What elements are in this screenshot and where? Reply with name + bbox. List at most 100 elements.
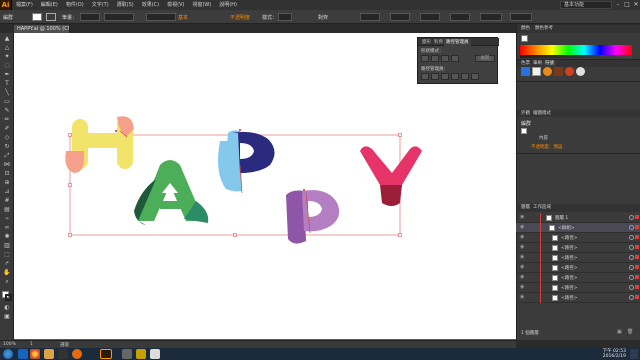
selection-indicator[interactable] — [635, 225, 639, 229]
tab-color[interactable]: 顏色 — [519, 25, 532, 32]
visibility-eye-icon[interactable]: ◉ — [520, 265, 526, 270]
minus-front-button[interactable] — [431, 55, 439, 62]
mesh-tool-icon[interactable]: # — [3, 198, 11, 204]
selection-indicator[interactable] — [635, 265, 639, 269]
rectangle-tool-icon[interactable]: ▭ — [3, 99, 11, 105]
selection-indicator[interactable] — [635, 245, 639, 249]
visibility-eye-icon[interactable]: ◉ — [520, 275, 526, 280]
outline-button[interactable] — [461, 73, 469, 80]
stroke-weight-field[interactable] — [80, 13, 100, 21]
layer-name[interactable]: <路徑> — [561, 295, 578, 301]
layer-name[interactable]: <路徑> — [561, 255, 578, 261]
letter-y[interactable] — [360, 146, 422, 206]
rotate-tool-icon[interactable]: ↻ — [3, 144, 11, 150]
color-spectrum[interactable] — [520, 45, 632, 55]
style-field[interactable] — [278, 13, 292, 21]
letter-a[interactable] — [134, 160, 209, 225]
magic-wand-tool-icon[interactable]: ✦ — [3, 54, 11, 60]
path-row[interactable]: ◉ <路徑> — [516, 273, 640, 283]
target-icon[interactable] — [629, 265, 634, 270]
layer-name[interactable]: <路徑> — [561, 275, 578, 281]
document-tab[interactable]: HAPPY.ai @ 100% (CMYK/預覽) — [14, 25, 70, 33]
fill-swatch[interactable] — [32, 13, 42, 21]
variable-width-field[interactable] — [104, 13, 134, 21]
w-field[interactable] — [420, 13, 440, 21]
app-icon-2[interactable] — [136, 349, 146, 359]
target-icon[interactable] — [629, 255, 634, 260]
pencil-tool-icon[interactable]: ✏ — [3, 117, 11, 123]
graph-tool-icon[interactable]: ▥ — [3, 243, 11, 249]
path-row[interactable]: ◉ <路徑> — [516, 293, 640, 303]
delete-layer-icon[interactable]: 🗑 — [627, 329, 633, 335]
type-tool-icon[interactable]: T — [3, 81, 11, 87]
path-row[interactable]: ◉ <路徑> — [516, 283, 640, 293]
app-icon-3[interactable] — [150, 349, 160, 359]
path-row[interactable]: ◉ <路徑> — [516, 243, 640, 253]
lasso-tool-icon[interactable]: ◌ — [3, 63, 11, 69]
slice-tool-icon[interactable]: ⌿ — [3, 261, 11, 267]
minimize-button[interactable]: – — [614, 0, 622, 10]
blob-brush-tool-icon[interactable]: ✐ — [3, 126, 11, 132]
menu-select[interactable]: 選取(S) — [113, 0, 138, 10]
ie-icon[interactable] — [18, 349, 28, 359]
h-field[interactable] — [450, 13, 470, 21]
system-clock[interactable]: 下午 02:53 2016/2/19 — [603, 349, 626, 359]
letter-p-2[interactable] — [286, 190, 340, 244]
tab-graphic-styles[interactable]: 繪圖樣式 — [531, 110, 553, 117]
screen-mode-icon[interactable]: ▣ — [3, 314, 11, 320]
artboard-tool-icon[interactable]: ⬚ — [3, 252, 11, 258]
selection-indicator[interactable] — [635, 285, 639, 289]
close-button[interactable]: ✕ — [632, 0, 640, 10]
file-explorer-icon[interactable] — [44, 349, 54, 359]
width-tool-icon[interactable]: ⋈ — [3, 162, 11, 168]
layer-name[interactable]: <路徑> — [561, 235, 578, 241]
layer-name[interactable]: <群組> — [558, 225, 575, 231]
hand-tool-icon[interactable]: ✋ — [3, 270, 11, 276]
visibility-eye-icon[interactable]: ◉ — [520, 285, 526, 290]
selection-indicator[interactable] — [635, 235, 639, 239]
start-button-icon[interactable] — [3, 349, 13, 359]
menu-object[interactable]: 物件(O) — [62, 0, 88, 10]
gradient-tool-icon[interactable]: ▤ — [3, 207, 11, 213]
menu-file[interactable]: 檔案(F) — [12, 0, 37, 10]
tab-artboards[interactable]: 工作區域 — [531, 204, 553, 211]
layer-name[interactable]: <路徑> — [561, 265, 578, 271]
unite-button[interactable] — [421, 55, 429, 62]
visibility-eye-icon[interactable]: ◉ — [520, 245, 526, 250]
symbol-thumb-6[interactable] — [576, 67, 585, 76]
opacity-label[interactable]: 不透明度 — [230, 14, 250, 21]
tab-symbols[interactable]: 符號 — [543, 60, 556, 67]
symbol-thumb-5[interactable] — [565, 67, 574, 76]
perspective-tool-icon[interactable]: ⊿ — [3, 189, 11, 195]
target-icon[interactable] — [629, 295, 634, 300]
illustrator-taskbar-icon[interactable] — [100, 349, 112, 359]
visibility-eye-icon[interactable]: ◉ — [520, 255, 526, 260]
brush-field[interactable] — [146, 13, 176, 21]
trim-button[interactable] — [431, 73, 439, 80]
drawing-mode-icon[interactable]: ◐ — [3, 305, 11, 311]
shape-builder-tool-icon[interactable]: ⊕ — [3, 180, 11, 186]
stroke-swatch[interactable] — [46, 13, 56, 21]
minus-back-button[interactable] — [471, 73, 479, 80]
new-layer-icon[interactable]: ▣ — [617, 329, 622, 335]
appearance-opacity[interactable]: 不透明度：預設 — [531, 144, 563, 150]
exclude-button[interactable] — [451, 55, 459, 62]
target-icon[interactable] — [629, 215, 634, 220]
selection-indicator[interactable] — [635, 275, 639, 279]
zoom-level[interactable]: 100% — [3, 342, 16, 347]
blend-tool-icon[interactable]: ∞ — [3, 225, 11, 231]
scale-tool-icon[interactable]: ⤢ — [3, 153, 11, 159]
intersect-button[interactable] — [441, 55, 449, 62]
x-field[interactable] — [360, 13, 380, 21]
visibility-eye-icon[interactable]: ◉ — [520, 215, 526, 220]
target-icon[interactable] — [629, 235, 634, 240]
layer-name[interactable]: <路徑> — [561, 285, 578, 291]
menu-window[interactable]: 視窗(W) — [188, 0, 215, 10]
arrange-field[interactable] — [510, 13, 532, 21]
tab-pathfinder[interactable]: 路徑管理員 — [444, 39, 471, 46]
zoom-tool-icon[interactable]: ⌕ — [3, 279, 11, 285]
media-player-icon[interactable] — [72, 349, 82, 359]
selection-indicator[interactable] — [635, 215, 639, 219]
crop-button[interactable] — [451, 73, 459, 80]
visibility-eye-icon[interactable]: ◉ — [520, 235, 526, 240]
